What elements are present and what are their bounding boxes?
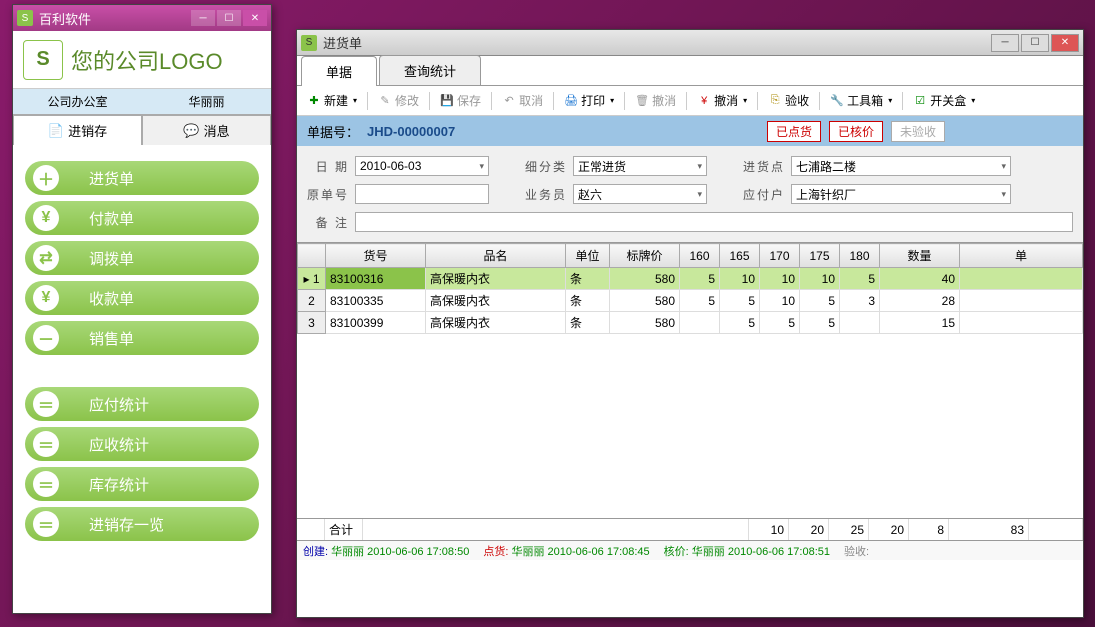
- status-price-label: 核价:: [664, 546, 689, 558]
- void2-button[interactable]: ¥撤消: [693, 90, 751, 111]
- table-row[interactable]: 2 83100335高保暖内衣条 5805 510 53 28: [298, 290, 1083, 312]
- order-close-button[interactable]: ✕: [1051, 34, 1079, 52]
- note-label: 备 注: [307, 214, 349, 231]
- payable-field[interactable]: 上海针织厂: [791, 184, 1011, 204]
- minimize-button[interactable]: ─: [191, 10, 215, 26]
- subheader: 公司办公室 华丽丽: [13, 89, 271, 115]
- badge-priced: 已核价: [829, 121, 883, 142]
- menu-list: ＋进货单 ¥付款单 ⇄调拨单 ¥收款单 －销售单 ＝应付统计 ＝应收统计 ＝库存…: [13, 145, 271, 557]
- totals-row: 合计 10 20 25 20 8 83: [297, 518, 1083, 540]
- menu-payable-stats[interactable]: ＝应付统计: [25, 387, 259, 421]
- order-min-button[interactable]: ─: [991, 34, 1019, 52]
- menu-sales[interactable]: －销售单: [25, 321, 259, 355]
- order-window: S 进货单 ─ ☐ ✕ 单据 查询统计 ✚新建 ✎修改 💾保存 ↶取消 🖨打印 …: [296, 29, 1084, 618]
- form-area: 日 期 2010-06-03 细分类 正常进货 进货点 七浦路二楼 原单号 业务…: [297, 146, 1083, 242]
- doc-tabs: 单据 查询统计: [297, 56, 1083, 86]
- statusbar: 创建: 华丽丽 2010-06-06 17:08:50 点货: 华丽丽 2010…: [297, 540, 1083, 560]
- nav-tabs: 📄进销存 💬消息: [13, 115, 271, 145]
- nav-window: S 百利软件 ─ ☐ ✕ S 您的公司LOGO 公司办公室 华丽丽 📄进销存 💬…: [12, 4, 272, 614]
- nav-title: 百利软件: [39, 9, 191, 28]
- status-create-label: 创建:: [303, 546, 328, 558]
- user-label: 华丽丽: [142, 93, 271, 110]
- menu-receivable-stats[interactable]: ＝应收统计: [25, 427, 259, 461]
- order-header: 单据号： JHD-00000007 已点货 已核价 未验收: [297, 116, 1083, 146]
- tab-inventory[interactable]: 📄进销存: [13, 115, 142, 145]
- orig-label: 原单号: [307, 186, 349, 203]
- nav-titlebar: S 百利软件 ─ ☐ ✕: [13, 5, 271, 31]
- grid-header: 货号 品名 单位 标牌价 160 165 170 175 180 数量 单: [298, 244, 1083, 268]
- table-row[interactable]: ▸ 1 83100316高保暖内衣条 5805 1010 105 40: [298, 268, 1083, 290]
- logo-area: S 您的公司LOGO: [13, 31, 271, 89]
- print-button[interactable]: 🖨打印: [560, 90, 618, 111]
- category-field[interactable]: 正常进货: [573, 156, 707, 176]
- location-label: 进货点: [743, 158, 785, 175]
- order-title: 进货单: [323, 33, 991, 52]
- edit-button[interactable]: ✎修改: [374, 90, 423, 111]
- payable-label: 应付户: [743, 186, 785, 203]
- new-button[interactable]: ✚新建: [303, 90, 361, 111]
- logo-icon: S: [23, 40, 63, 80]
- office-label: 公司办公室: [13, 93, 142, 110]
- status-accept-label: 验收:: [844, 546, 869, 558]
- clerk-label: 业务员: [525, 186, 567, 203]
- logo-text: 您的公司LOGO: [71, 44, 223, 76]
- save-button[interactable]: 💾保存: [436, 90, 485, 111]
- order-num-label: 单据号：: [307, 122, 359, 141]
- order-max-button[interactable]: ☐: [1021, 34, 1049, 52]
- table-row[interactable]: 3 83100399高保暖内衣条 580 55 5 15: [298, 312, 1083, 334]
- menu-transfer[interactable]: ⇄调拨单: [25, 241, 259, 275]
- tab-query[interactable]: 查询统计: [379, 55, 481, 85]
- maximize-button[interactable]: ☐: [217, 10, 241, 26]
- order-number: JHD-00000007: [367, 124, 455, 139]
- note-field[interactable]: [355, 212, 1073, 232]
- badge-picked: 已点货: [767, 121, 821, 142]
- orig-field[interactable]: [355, 184, 489, 204]
- close-button[interactable]: ✕: [243, 10, 267, 26]
- toolbar: ✚新建 ✎修改 💾保存 ↶取消 🖨打印 🗑撤消 ¥撤消 ⎘验收 🔧工具箱 ☑开关…: [297, 86, 1083, 116]
- check-button[interactable]: ⎘验收: [764, 90, 813, 111]
- tab-message[interactable]: 💬消息: [142, 115, 271, 145]
- cancel-button[interactable]: ↶取消: [498, 90, 547, 111]
- app-icon: S: [17, 10, 33, 26]
- date-label: 日 期: [307, 158, 349, 175]
- tab-document[interactable]: 单据: [301, 56, 377, 86]
- grid: 货号 品名 单位 标牌价 160 165 170 175 180 数量 单 ▸ …: [297, 242, 1083, 540]
- switch-button[interactable]: ☑开关盒: [909, 90, 979, 111]
- badge-unaccepted: 未验收: [891, 121, 945, 142]
- order-titlebar: S 进货单 ─ ☐ ✕: [297, 30, 1083, 56]
- menu-payment[interactable]: ¥付款单: [25, 201, 259, 235]
- category-label: 细分类: [525, 158, 567, 175]
- location-field[interactable]: 七浦路二楼: [791, 156, 1011, 176]
- menu-purchase[interactable]: ＋进货单: [25, 161, 259, 195]
- menu-stock-stats[interactable]: ＝库存统计: [25, 467, 259, 501]
- tools-button[interactable]: 🔧工具箱: [826, 90, 896, 111]
- menu-receipt[interactable]: ¥收款单: [25, 281, 259, 315]
- date-field[interactable]: 2010-06-03: [355, 156, 489, 176]
- menu-overview[interactable]: ＝进销存一览: [25, 507, 259, 541]
- status-pick-label: 点货:: [483, 546, 508, 558]
- clerk-field[interactable]: 赵六: [573, 184, 707, 204]
- order-icon: S: [301, 35, 317, 51]
- void-button[interactable]: 🗑撤消: [631, 90, 680, 111]
